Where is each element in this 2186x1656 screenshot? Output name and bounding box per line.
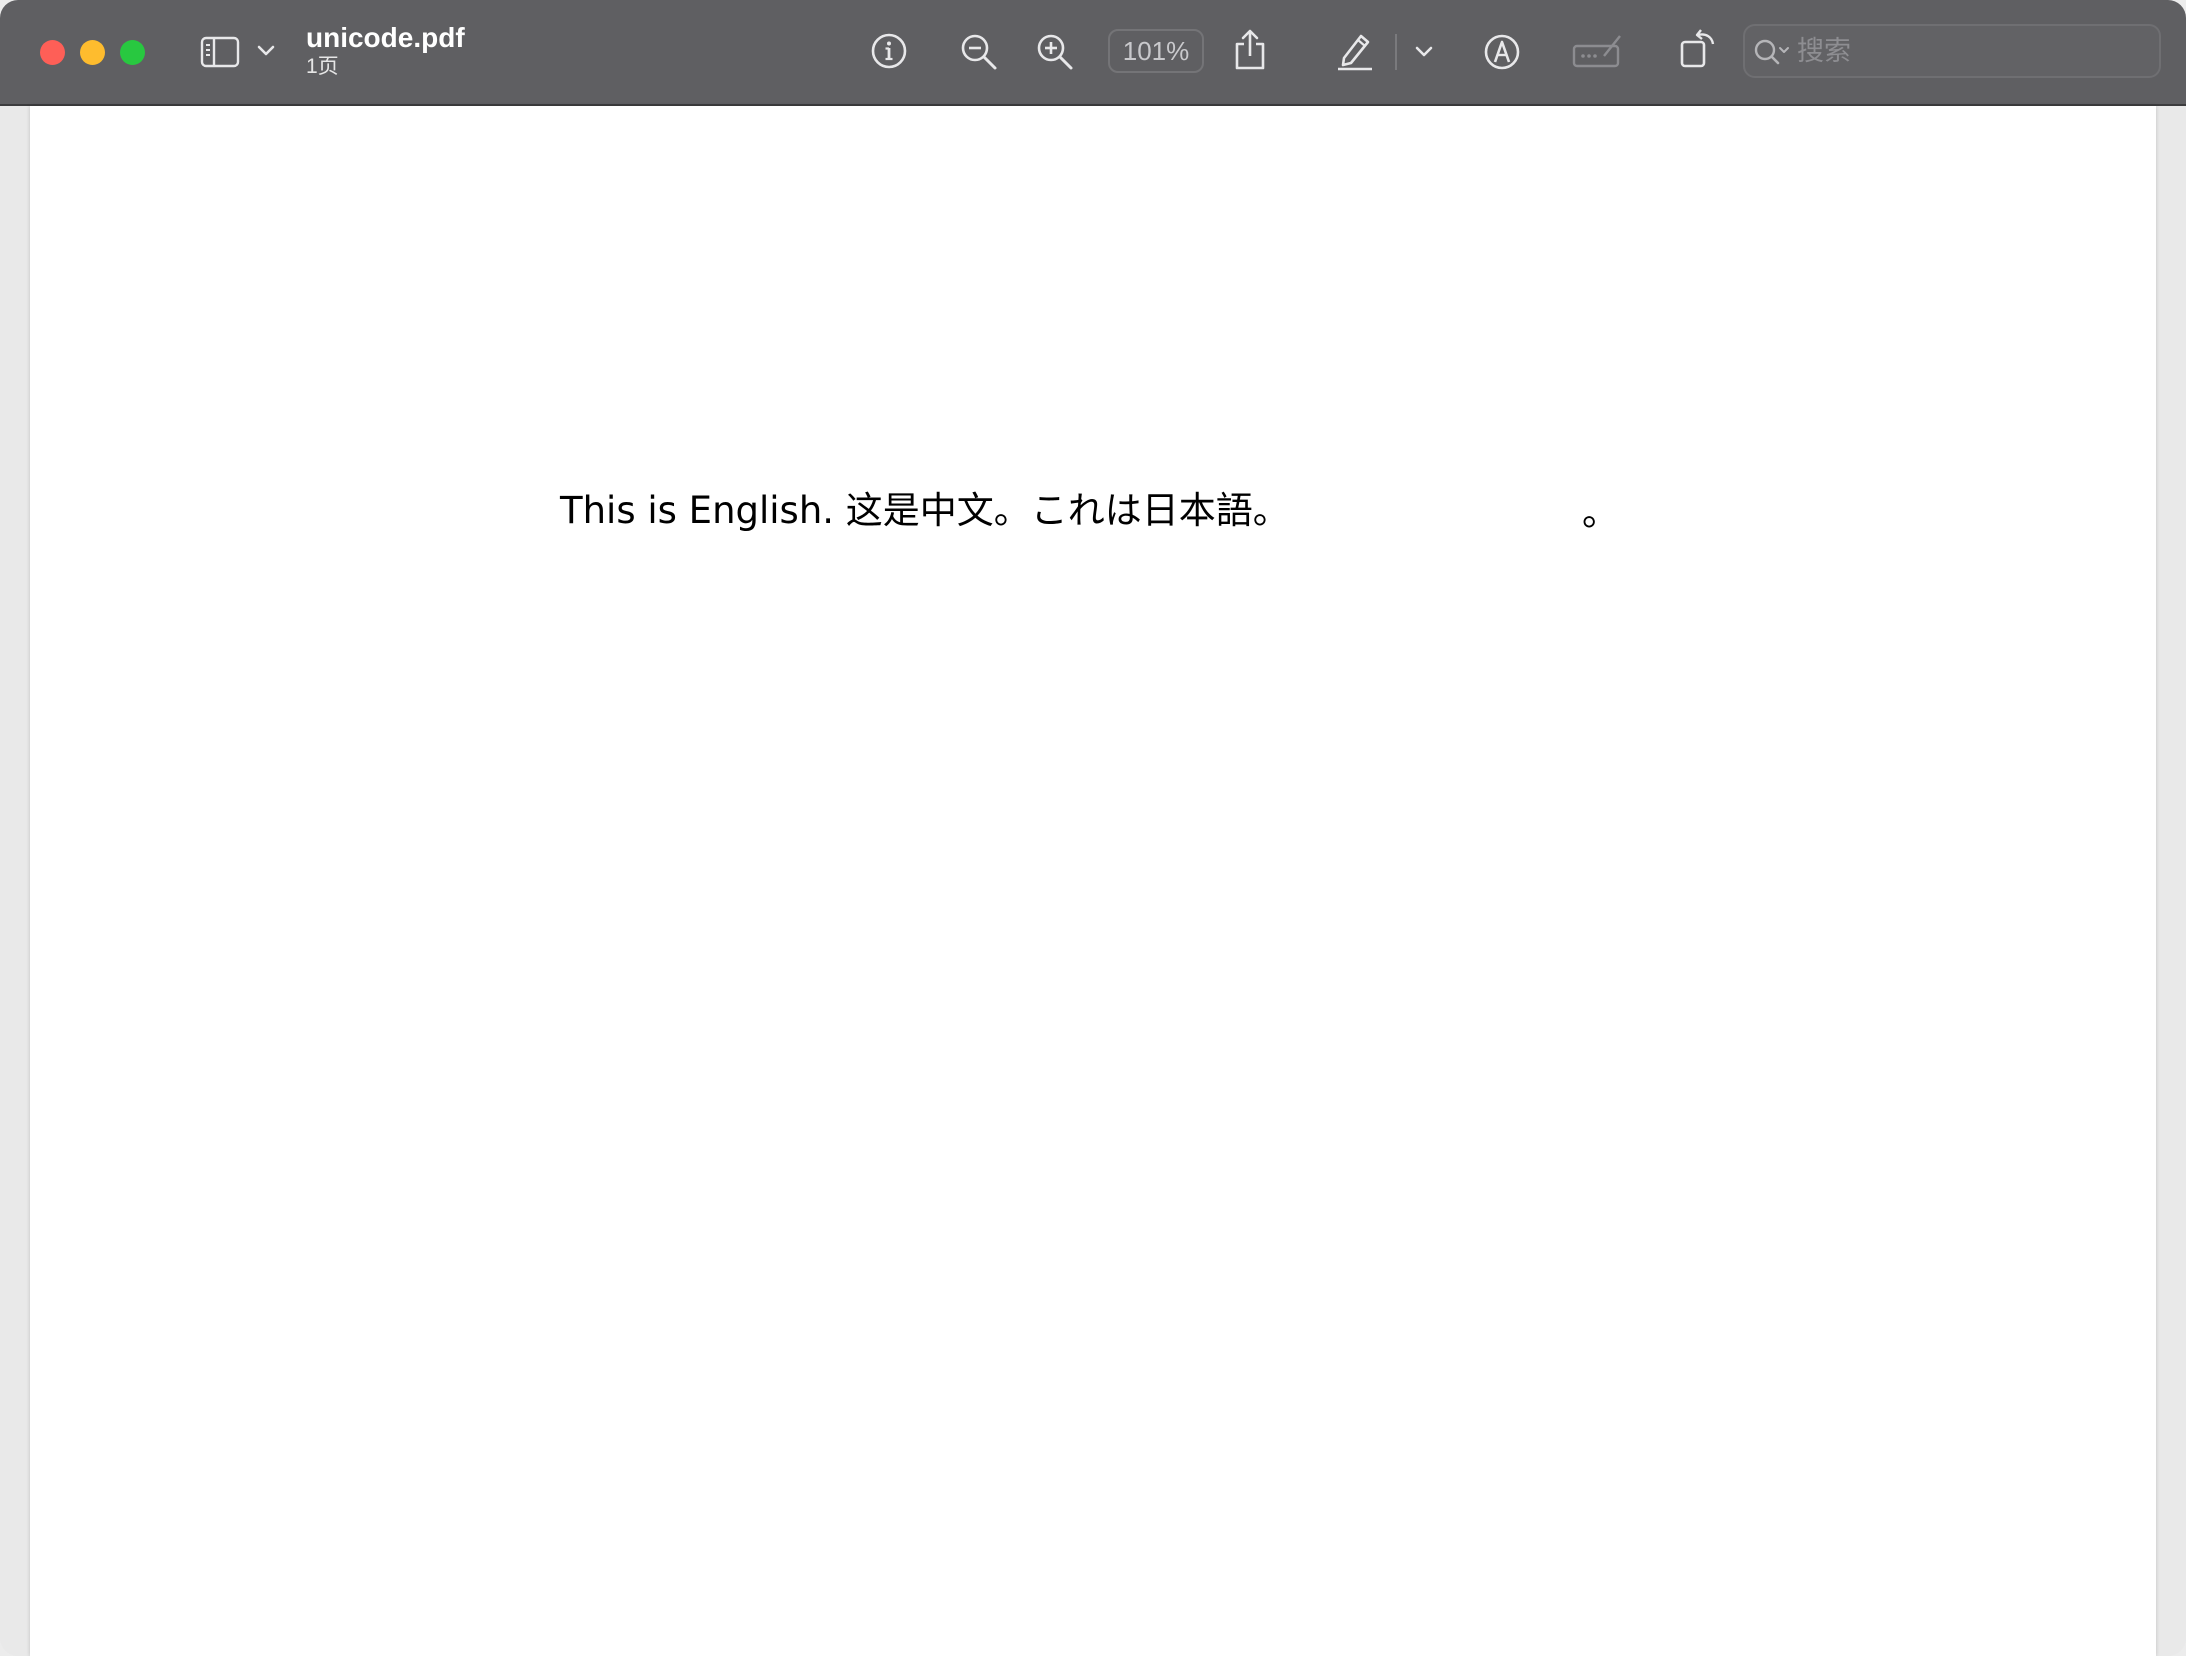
document-title: unicode.pdf (306, 22, 465, 53)
rotate-icon[interactable] (1678, 28, 1718, 70)
minimize-window-button[interactable] (80, 40, 105, 65)
search-field[interactable] (1743, 24, 2161, 78)
info-icon[interactable] (870, 32, 908, 70)
zoom-in-icon[interactable] (1035, 32, 1075, 72)
highlight-pen-icon[interactable] (1334, 30, 1376, 72)
search-icon (1753, 38, 1793, 66)
pdf-page[interactable]: This is English. 这是中文。これは日本語。 。 (30, 106, 2156, 1656)
search-input[interactable] (1797, 26, 2147, 76)
signature-field-icon (1572, 32, 1624, 72)
close-window-button[interactable] (40, 40, 65, 65)
toolbar-separator (1395, 34, 1397, 70)
page-count: 1页 (306, 55, 339, 78)
document-text-line: This is English. 这是中文。これは日本語。 (560, 489, 1290, 532)
markup-icon[interactable] (1482, 32, 1522, 72)
zoom-level-field[interactable]: 101% (1108, 29, 1204, 73)
zoom-window-button[interactable] (120, 40, 145, 65)
sidebar-icon[interactable] (200, 36, 240, 68)
chevron-down-icon[interactable] (256, 44, 276, 58)
chevron-down-icon[interactable] (1414, 45, 1434, 59)
document-trailing-mark: 。 (1582, 491, 1619, 534)
share-icon[interactable] (1232, 28, 1268, 72)
preview-window: unicode.pdf 1页 101% 搜索 This is English. … (0, 0, 2186, 1656)
zoom-out-icon[interactable] (959, 32, 999, 72)
document-viewport[interactable]: This is English. 这是中文。これは日本語。 。 (0, 106, 2186, 1656)
toolbar: unicode.pdf 1页 101% 搜索 (0, 0, 2186, 106)
